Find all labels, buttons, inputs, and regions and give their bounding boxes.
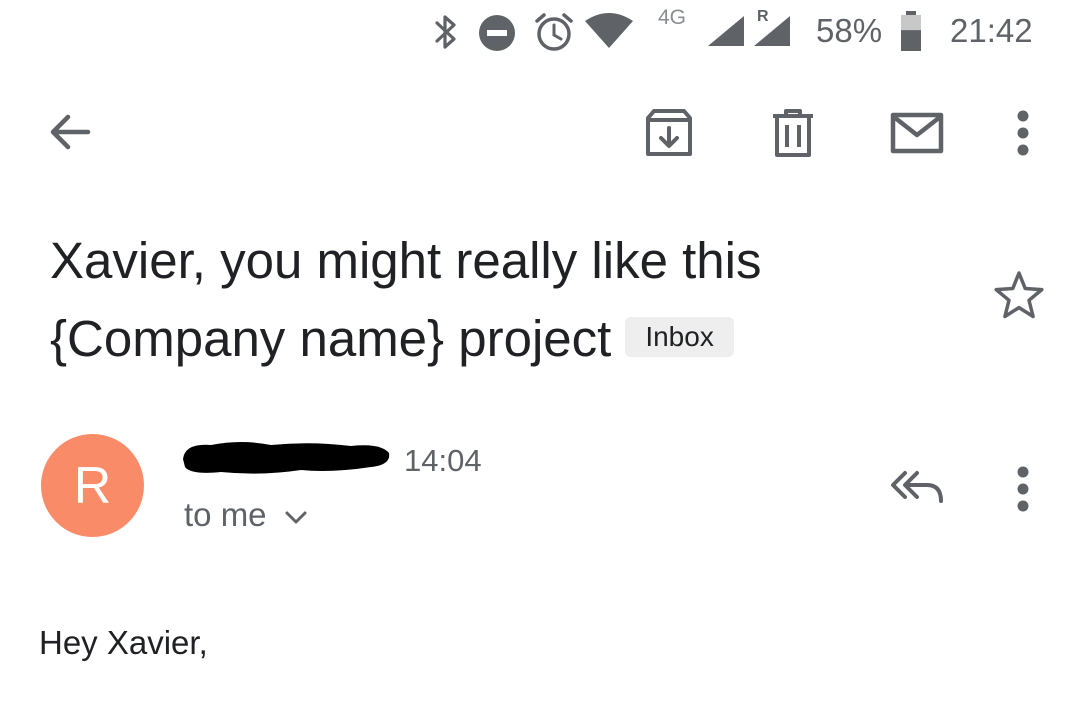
bluetooth-icon	[435, 15, 456, 49]
star-button[interactable]	[992, 268, 1046, 322]
alarm-icon	[535, 13, 573, 51]
star-icon	[994, 271, 1044, 319]
mark-unread-icon	[890, 112, 944, 154]
email-time: 14:04	[404, 443, 482, 478]
message-more-options-button[interactable]	[1000, 462, 1046, 516]
subject-line-1: Xavier, you might really like this	[50, 232, 762, 289]
recipients-text: to me	[184, 496, 267, 533]
more-vert-icon	[1017, 466, 1029, 512]
battery-percent: 58%	[816, 12, 883, 49]
mark-unread-button[interactable]	[884, 100, 950, 166]
subject-line-2-text: {Company name} project	[50, 310, 612, 367]
wifi-icon	[585, 13, 633, 48]
roaming-signal-icon	[754, 16, 790, 46]
chevron-down-icon	[285, 511, 307, 524]
delete-button[interactable]	[760, 100, 826, 166]
sender-name-redacted	[183, 442, 390, 474]
delete-icon	[773, 109, 813, 157]
archive-button[interactable]	[636, 100, 702, 166]
reply-all-button[interactable]	[884, 458, 950, 516]
archive-icon	[646, 109, 692, 156]
status-time: 21:42	[950, 12, 1033, 49]
more-vert-icon	[1017, 110, 1029, 156]
status-bar: 4G R 58% 21:42	[0, 0, 1080, 66]
subject-line-2: {Company name} project Inbox	[50, 300, 950, 378]
inbox-label-chip[interactable]: Inbox	[625, 316, 734, 357]
more-options-button[interactable]	[1000, 100, 1046, 166]
back-arrow-icon	[50, 114, 91, 150]
email-view-screen: 4G R 58% 21:42 Xavier, you might really …	[0, 0, 1080, 724]
sender-avatar[interactable]: R	[41, 434, 144, 537]
reply-all-icon	[891, 471, 943, 503]
network-type-label: 4G	[658, 6, 687, 29]
recipients-toggle[interactable]: to me	[184, 496, 307, 534]
do-not-disturb-icon	[479, 15, 515, 51]
email-subject: Xavier, you might really like this {Comp…	[50, 222, 950, 378]
email-body-greeting: Hey Xavier,	[39, 624, 208, 661]
battery-icon	[901, 11, 921, 51]
signal-icon	[708, 16, 744, 46]
back-button[interactable]	[38, 100, 102, 164]
